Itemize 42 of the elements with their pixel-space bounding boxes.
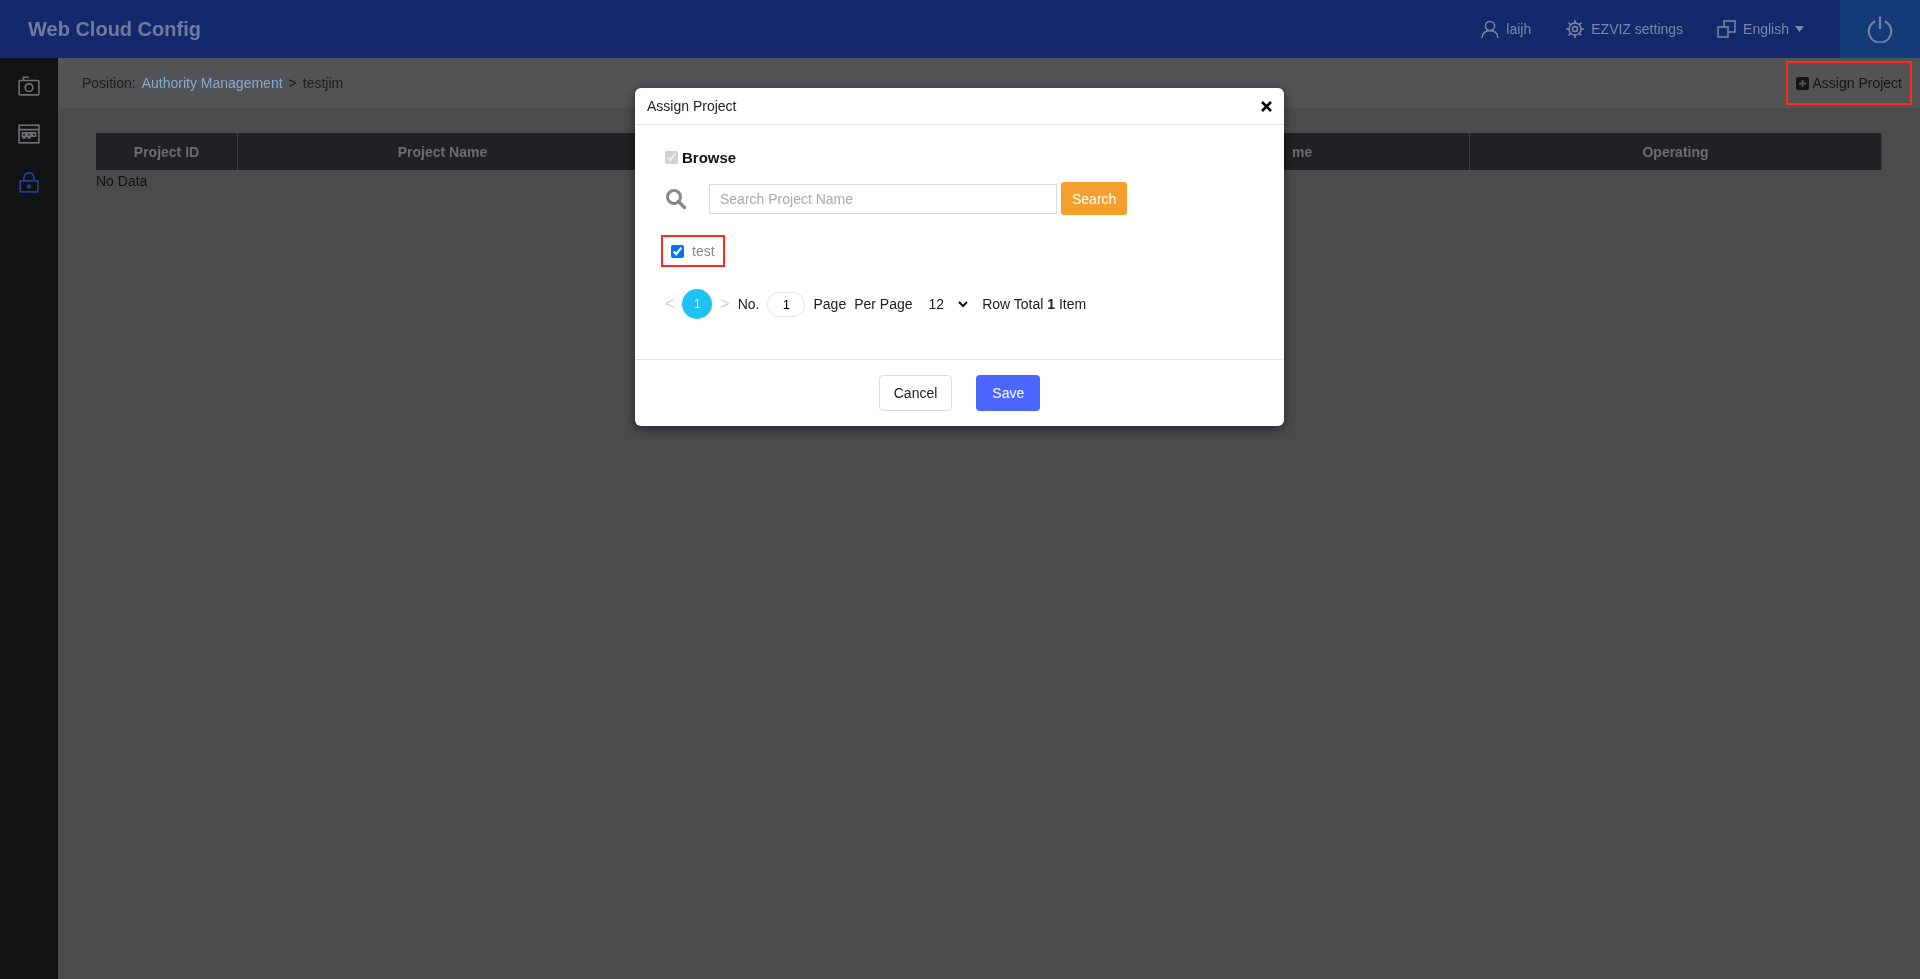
search-icon [665,187,687,210]
breadcrumb-separator: > [288,75,297,91]
camera-icon [18,75,40,97]
cancel-button[interactable]: Cancel [878,375,953,411]
chevron-down-icon [958,300,969,308]
power-icon [1866,15,1894,43]
assign-project-button[interactable]: Assign Project [1785,61,1912,105]
user-menu[interactable]: laijh [1480,19,1532,39]
settings-link[interactable]: EZVIZ settings [1565,19,1684,39]
breadcrumb-link[interactable]: Authority Management [141,75,283,91]
close-button[interactable] [1261,100,1272,112]
user-icon [1480,19,1501,39]
search-button[interactable]: Search [1061,182,1128,215]
windows-icon [1717,19,1738,39]
page-label: Page [813,296,847,312]
page-number[interactable]: 1 [682,289,713,319]
column-header: Project ID [96,133,238,170]
lock-icon [18,171,40,193]
column-header: Operating [1470,133,1882,170]
calendar-icon [18,123,40,145]
app-title: Web Cloud Config [28,17,202,41]
close-icon [1261,100,1272,112]
caret-icon [1795,26,1804,32]
settings-icon [1565,19,1586,39]
empty-message: No Data [96,172,149,189]
page-number-field[interactable]: 1 [767,291,806,317]
power-button[interactable] [1840,0,1920,58]
project-checkbox[interactable] [671,244,684,258]
per-page-label: Per Page [854,296,913,312]
search-field[interactable]: Search Project Name [709,183,1057,214]
sidebar-item[interactable] [16,73,42,99]
save-button[interactable]: Save [976,375,1041,411]
page-number-label: No. [737,296,760,312]
sidebar-item[interactable] [16,169,42,195]
plus-icon [1795,76,1809,90]
project-option[interactable]: test [661,235,725,267]
dialog-title: Assign Project [647,98,737,114]
language-dropdown[interactable]: English [1717,19,1804,39]
sidebar-item[interactable] [16,121,42,147]
total-count: Row Total 1 Item [982,296,1087,312]
per-page-dropdown[interactable]: 12 [928,296,969,312]
browse-label: Browse [682,149,737,166]
